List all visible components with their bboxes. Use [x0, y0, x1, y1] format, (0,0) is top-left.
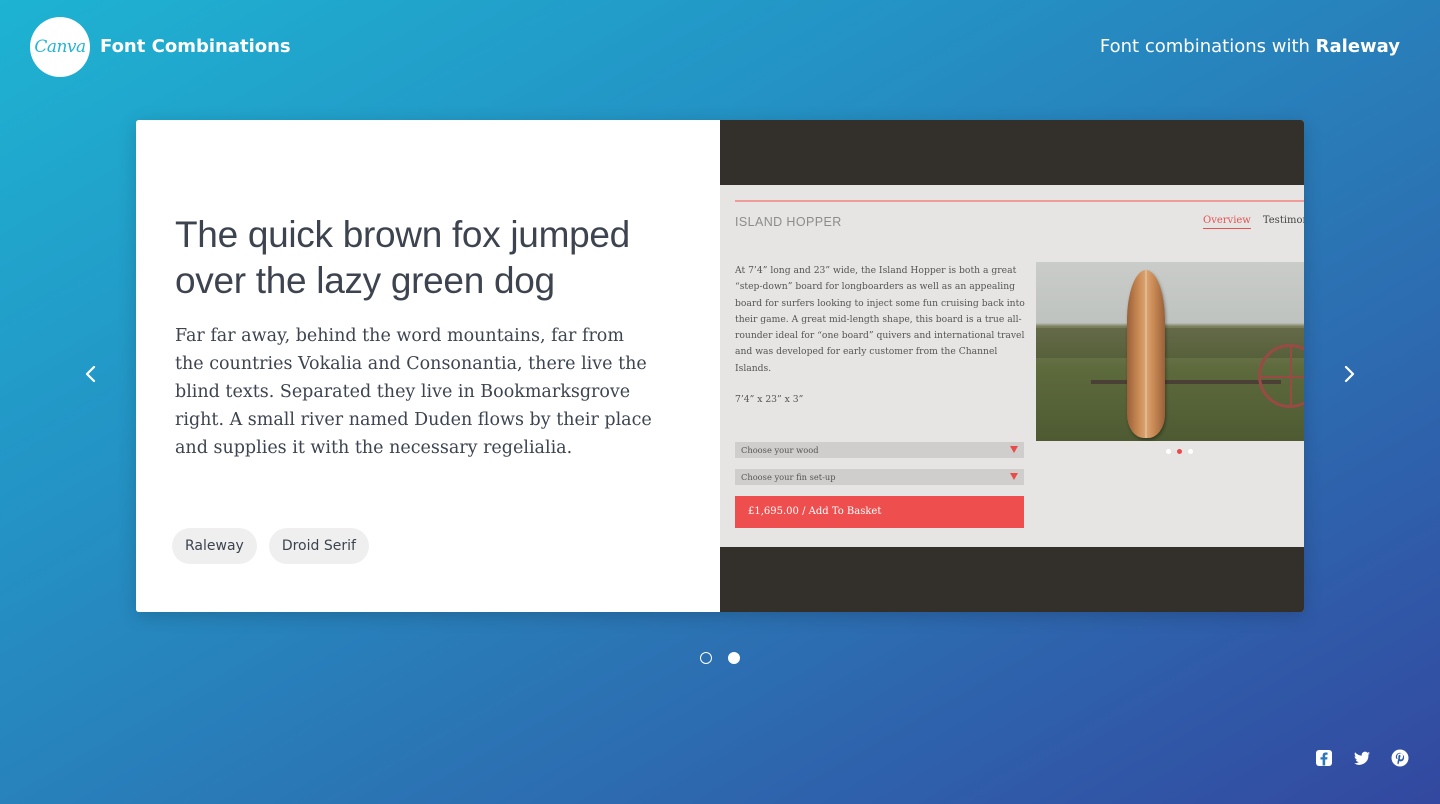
combo-title-prefix: Font combinations with — [1099, 36, 1310, 57]
next-slide-button[interactable] — [1340, 364, 1358, 384]
mockup-nav-overview: Overview — [1203, 215, 1251, 229]
mockup-add-to-basket: £1,695.00 / Add To Basket — [735, 496, 1024, 528]
pager-dot-2[interactable] — [728, 652, 740, 664]
mockup-wood-select-label: Choose your wood — [741, 445, 819, 455]
chevron-right-icon — [1344, 365, 1355, 383]
canva-logo[interactable]: Canva — [30, 17, 90, 77]
mockup-photo-dots — [1166, 449, 1193, 454]
sample-heading: The quick brown fox jumped over the lazy… — [175, 214, 630, 301]
dropdown-arrow-icon — [1010, 473, 1018, 480]
type-sample-panel: The quick brown fox jumped over the lazy… — [136, 120, 720, 612]
font-chip-raleway[interactable]: Raleway — [172, 528, 257, 564]
mockup-wood-select: Choose your wood — [735, 442, 1024, 458]
mockup-fin-select: Choose your fin set-up — [735, 469, 1024, 485]
logo-text: Canva — [34, 37, 86, 57]
mockup-photo-dot — [1188, 449, 1193, 454]
slide-pager — [700, 652, 740, 664]
app-title[interactable]: Font Combinations — [100, 36, 291, 57]
dropdown-arrow-icon — [1010, 446, 1018, 453]
mockup-photo-dot — [1166, 449, 1171, 454]
combo-title: Font combinations with Raleway — [1100, 36, 1400, 57]
combo-title-font: Raleway — [1315, 36, 1400, 57]
mockup-surfboard-photo — [1036, 262, 1304, 441]
mockup-fin-select-label: Choose your fin set-up — [741, 472, 836, 482]
mockup-nav-testimonials: Testimon — [1262, 215, 1304, 226]
mockup-nav: Overview Testimon — [1203, 215, 1304, 229]
font-combination-card: The quick brown fox jumped over the lazy… — [136, 120, 1304, 612]
pinterest-icon[interactable] — [1390, 748, 1410, 768]
social-links — [1314, 748, 1410, 768]
mockup-size: 7’4” x 23” x 3” — [735, 394, 804, 405]
website-mockup: ISLAND HOPPER Overview Testimon At 7’4” … — [720, 185, 1304, 547]
facebook-icon[interactable] — [1314, 748, 1334, 768]
pager-dot-1[interactable] — [700, 652, 712, 664]
twitter-icon[interactable] — [1352, 748, 1372, 768]
example-preview-panel: ISLAND HOPPER Overview Testimon At 7’4” … — [720, 120, 1304, 612]
font-chips: Raleway Droid Serif — [172, 528, 369, 564]
sample-body: Far far away, behind the word mountains,… — [175, 326, 652, 458]
mockup-top-rule — [735, 200, 1304, 202]
mockup-photo-dot-active — [1177, 449, 1182, 454]
mockup-brand: ISLAND HOPPER — [735, 215, 842, 229]
mockup-description: At 7’4” long and 23” wide, the Island Ho… — [735, 265, 1025, 374]
previous-slide-button[interactable] — [82, 364, 100, 384]
font-chip-droid-serif[interactable]: Droid Serif — [268, 528, 369, 564]
chevron-left-icon — [85, 365, 96, 383]
